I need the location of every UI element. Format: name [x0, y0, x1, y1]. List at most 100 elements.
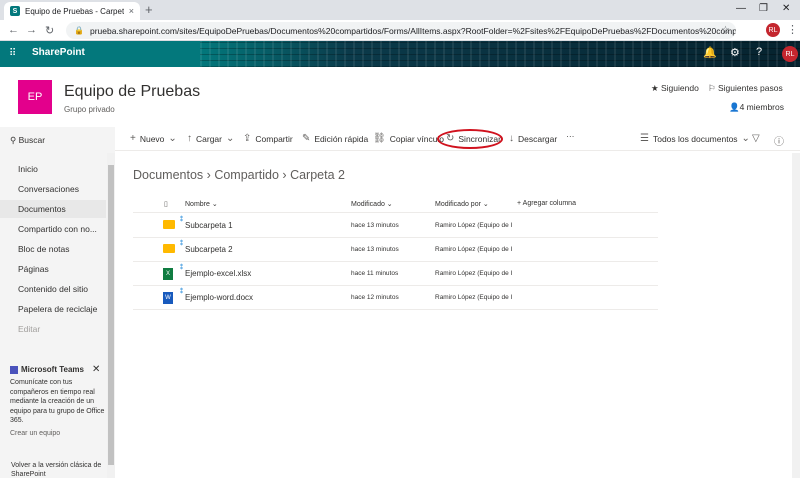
more-button[interactable]: ···	[566, 131, 575, 141]
nav-item-bloc-de-notas[interactable]: Bloc de notas	[0, 240, 106, 258]
quick-edit-button[interactable]: ✎ Edición rápida	[302, 133, 368, 144]
app-launcher-icon[interactable]: ⠿	[9, 49, 19, 59]
link-icon: ⛓	[373, 133, 386, 144]
nav-item-contenido[interactable]: Contenido del sitio	[0, 280, 106, 298]
search-placeholder: Buscar	[18, 135, 46, 145]
share-button[interactable]: ⇪ Compartir	[243, 133, 293, 144]
filter-glyph-icon: ▽	[752, 133, 760, 144]
file-name[interactable]: Ejemplo-word.docx	[185, 293, 253, 302]
main-scrollbar[interactable]	[792, 153, 800, 478]
star-filled-icon: ★	[651, 83, 659, 93]
forward-arrow-icon[interactable]: →	[26, 24, 37, 36]
table-row[interactable]: ⁑ Subcarpeta 1 hace 13 minutos Ramiro Ló…	[133, 214, 658, 238]
teams-promo: Microsoft Teams Comunícate con tus compa…	[10, 365, 105, 437]
leftnav-scrollbar[interactable]	[107, 153, 115, 478]
file-type-column-icon[interactable]: ▯	[164, 200, 168, 208]
minimize-button[interactable]: —	[736, 3, 746, 14]
search-icon: ⚲	[10, 135, 17, 145]
next-steps-label: Siguientes pasos	[718, 83, 783, 93]
add-column-button[interactable]: + Agregar columna	[517, 200, 576, 207]
following-label: Siguiendo	[661, 83, 699, 93]
back-arrow-icon[interactable]: ←	[8, 24, 19, 36]
flag-icon: ⚐	[708, 83, 716, 93]
file-name[interactable]: Ejemplo-excel.xlsx	[185, 269, 251, 278]
file-modified: hace 13 minutos	[351, 246, 399, 253]
column-modified-by-label: Modificado por	[435, 201, 481, 208]
column-name[interactable]: Nombre ⌄	[185, 200, 218, 208]
nav-item-inicio[interactable]: Inicio	[0, 160, 106, 178]
file-modified-by[interactable]: Ramiro López (Equipo de I	[435, 246, 513, 253]
maximize-button[interactable]: ❐	[759, 3, 768, 14]
members-button[interactable]: 👤4 miembros	[729, 102, 784, 113]
search-box[interactable]: ⚲ Buscar	[10, 135, 45, 146]
breadcrumb-item[interactable]: Compartido	[214, 168, 279, 182]
filter-icon[interactable]: ▽	[752, 133, 760, 144]
scrollbar-thumb[interactable]	[108, 165, 114, 465]
new-button[interactable]: + Nuevo ⌄	[130, 133, 177, 144]
new-tab-button[interactable]: +	[145, 2, 153, 17]
notifications-icon[interactable]: 🔔	[703, 46, 717, 59]
suite-bar: ⠿ SharePoint 🔔 ⚙ ? RL	[0, 41, 800, 67]
breadcrumb-current: Carpeta 2	[290, 168, 345, 182]
site-title[interactable]: Equipo de Pruebas	[64, 83, 200, 101]
new-item-icon: ⁑	[180, 265, 183, 271]
file-modified-by[interactable]: Ramiro López (Equipo de I	[435, 270, 513, 277]
upload-label: Cargar	[196, 133, 222, 144]
new-item-icon: ⁑	[180, 241, 183, 247]
column-name-label: Nombre	[185, 201, 210, 208]
browser-menu-icon[interactable]: ⋮	[787, 23, 798, 36]
info-icon[interactable]: ⓘ	[774, 133, 784, 148]
file-modified-by[interactable]: Ramiro López (Equipo de I	[435, 294, 513, 301]
tab-close-icon[interactable]: ×	[129, 6, 134, 16]
file-name[interactable]: Subcarpeta 1	[185, 221, 233, 230]
lock-icon: 🔒	[74, 26, 84, 35]
table-row[interactable]: W ⁑ Ejemplo-word.docx hace 12 minutos Ra…	[133, 286, 658, 310]
next-steps-button[interactable]: ⚐ Siguientes pasos	[708, 83, 783, 94]
file-modified: hace 13 minutos	[351, 222, 399, 229]
nav-item-paginas[interactable]: Páginas	[0, 260, 106, 278]
breadcrumb: Documentos › Compartido › Carpeta 2	[133, 168, 345, 182]
nav-item-documentos[interactable]: Documentos	[0, 200, 106, 218]
classic-view-link[interactable]: Volver a la versión clásica de SharePoin…	[11, 461, 103, 479]
file-modified: hace 11 minutos	[351, 270, 399, 277]
bookmark-star-icon[interactable]: ☆	[721, 25, 730, 36]
download-button[interactable]: ↓ Descargar	[509, 133, 557, 144]
nav-item-compartido[interactable]: Compartido con no...	[0, 220, 106, 238]
create-team-link[interactable]: Crear un equipo	[10, 430, 105, 437]
chevron-down-icon: ⌄	[225, 133, 235, 144]
new-item-icon: ⁑	[180, 289, 183, 295]
settings-gear-icon[interactable]: ⚙	[730, 46, 740, 59]
copy-link-button[interactable]: ⛓ Copiar vínculo	[373, 133, 444, 144]
nav-item-editar[interactable]: Editar	[0, 320, 106, 338]
app-name[interactable]: SharePoint	[32, 47, 85, 58]
column-modified[interactable]: Modificado ⌄	[351, 200, 393, 208]
quick-edit-label: Edición rápida	[314, 133, 369, 144]
nav-item-papelera[interactable]: Papelera de reciclaje	[0, 300, 106, 318]
column-modified-by[interactable]: Modificado por ⌄	[435, 200, 489, 208]
word-icon: W	[163, 292, 173, 304]
view-selector[interactable]: ☰ Todos los documentos ⌄	[640, 133, 750, 144]
upload-button[interactable]: ↑ Cargar ⌄	[187, 133, 234, 144]
view-label: Todos los documentos	[652, 133, 738, 144]
url-field[interactable]: 🔒 prueba.sharepoint.com/sites/EquipoDePr…	[66, 22, 736, 39]
reload-icon[interactable]: ↻	[45, 24, 54, 37]
chevron-down-icon: ⌄	[741, 133, 750, 144]
table-row[interactable]: ⁑ Subcarpeta 2 hace 13 minutos Ramiro Ló…	[133, 238, 658, 262]
site-logo[interactable]: EP	[18, 80, 52, 114]
breadcrumb-item[interactable]: Documentos	[133, 168, 203, 182]
user-avatar[interactable]: RL	[782, 46, 798, 62]
browser-tab[interactable]: S Equipo de Pruebas - Carpeta 2 - ×	[4, 2, 140, 20]
file-name[interactable]: Subcarpeta 2	[185, 245, 233, 254]
close-window-button[interactable]: ✕	[782, 3, 790, 14]
nav-item-conversaciones[interactable]: Conversaciones	[0, 180, 106, 198]
help-icon[interactable]: ?	[756, 46, 762, 58]
chevron-down-icon: ⌄	[168, 133, 177, 144]
excel-icon: X	[163, 268, 173, 280]
profile-avatar[interactable]: RL	[766, 23, 780, 37]
file-modified: hace 12 minutos	[351, 294, 399, 301]
plus-icon: +	[130, 133, 136, 144]
table-row[interactable]: X ⁑ Ejemplo-excel.xlsx hace 11 minutos R…	[133, 262, 658, 286]
file-modified-by[interactable]: Ramiro López (Equipo de I	[435, 222, 513, 229]
following-button[interactable]: ★ Siguiendo	[651, 83, 699, 94]
column-modified-label: Modificado	[351, 201, 385, 208]
